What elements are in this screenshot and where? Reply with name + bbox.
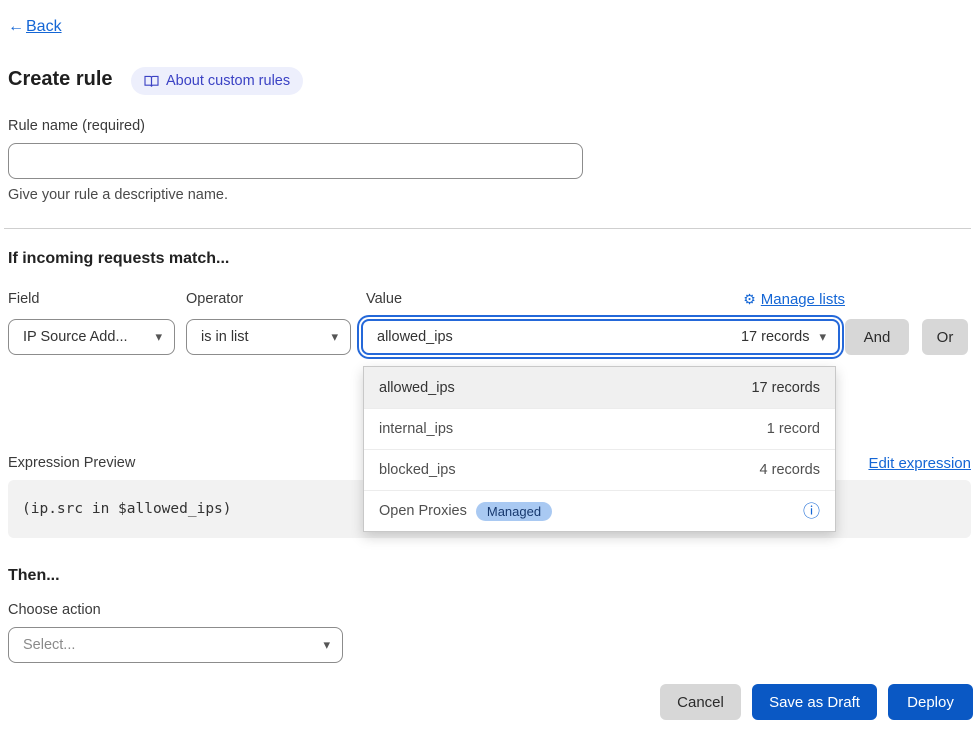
edit-expression-link[interactable]: Edit expression [868, 455, 971, 472]
field-label: Field [8, 291, 39, 307]
book-icon [144, 75, 159, 88]
gear-icon: ⚙ [743, 291, 756, 308]
deploy-button[interactable]: Deploy [888, 684, 973, 720]
about-badge-label: About custom rules [166, 73, 290, 89]
list-item-internal-ips[interactable]: internal_ips 1 record [364, 408, 835, 449]
operator-select[interactable]: is in list ▾ [186, 319, 351, 355]
value-label: Value [366, 291, 402, 307]
back-link-label: Back [26, 18, 62, 36]
value-select-value: allowed_ips [377, 329, 453, 345]
or-button[interactable]: Or [922, 319, 968, 355]
chevron-down-icon: ▾ [331, 329, 338, 345]
action-select[interactable]: Select... ▾ [8, 627, 343, 663]
expression-code: (ip.src in $allowed_ips) [22, 501, 232, 517]
action-select-placeholder: Select... [23, 637, 75, 653]
back-arrow-icon: ← [8, 18, 24, 36]
create-rule-page: ← Back Create rule About custom rules Ru… [0, 0, 979, 739]
match-section-heading: If incoming requests match... [8, 250, 229, 268]
list-item-name: Open Proxies [379, 503, 467, 519]
value-dropdown-panel: allowed_ips 17 records internal_ips 1 re… [363, 366, 836, 532]
chevron-down-icon: ▾ [323, 637, 330, 653]
field-select[interactable]: IP Source Add... ▾ [8, 319, 175, 355]
list-item-allowed-ips[interactable]: allowed_ips 17 records [364, 367, 835, 408]
cancel-button[interactable]: Cancel [660, 684, 741, 720]
manage-lists-label: Manage lists [761, 291, 845, 308]
list-item-records: 1 record [767, 421, 820, 437]
list-item-name: blocked_ips [379, 462, 456, 478]
list-item-records: 4 records [760, 462, 820, 478]
info-icon[interactable]: ⓘ [803, 503, 820, 520]
value-select-records: 17 records [741, 329, 810, 345]
list-item-records: 17 records [751, 380, 820, 396]
list-item-open-proxies[interactable]: Open Proxies Managed ⓘ [364, 490, 835, 531]
about-custom-rules-badge[interactable]: About custom rules [131, 67, 303, 95]
list-item-blocked-ips[interactable]: blocked_ips 4 records [364, 449, 835, 490]
choose-action-label: Choose action [8, 602, 101, 618]
rule-name-input[interactable] [8, 143, 583, 179]
and-button[interactable]: And [845, 319, 909, 355]
expression-preview-label: Expression Preview [8, 455, 135, 471]
list-item-name: internal_ips [379, 421, 453, 437]
operator-label: Operator [186, 291, 243, 307]
section-divider [4, 228, 971, 229]
save-as-draft-button[interactable]: Save as Draft [752, 684, 877, 720]
managed-badge: Managed [476, 502, 552, 521]
list-item-name: allowed_ips [379, 380, 455, 396]
back-link[interactable]: ← Back [8, 18, 62, 36]
chevron-down-icon: ▾ [819, 329, 826, 345]
rule-name-helper-text: Give your rule a descriptive name. [8, 187, 228, 203]
edit-expression-label: Edit expression [868, 455, 971, 472]
field-select-value: IP Source Add... [23, 329, 128, 345]
manage-lists-link[interactable]: ⚙ Manage lists [743, 291, 845, 308]
rule-name-label: Rule name (required) [8, 118, 145, 134]
chevron-down-icon: ▾ [155, 329, 162, 345]
page-title: Create rule [8, 68, 113, 91]
then-section-heading: Then... [8, 567, 60, 585]
value-select[interactable]: allowed_ips 17 records ▾ [361, 319, 840, 355]
operator-select-value: is in list [201, 329, 249, 345]
